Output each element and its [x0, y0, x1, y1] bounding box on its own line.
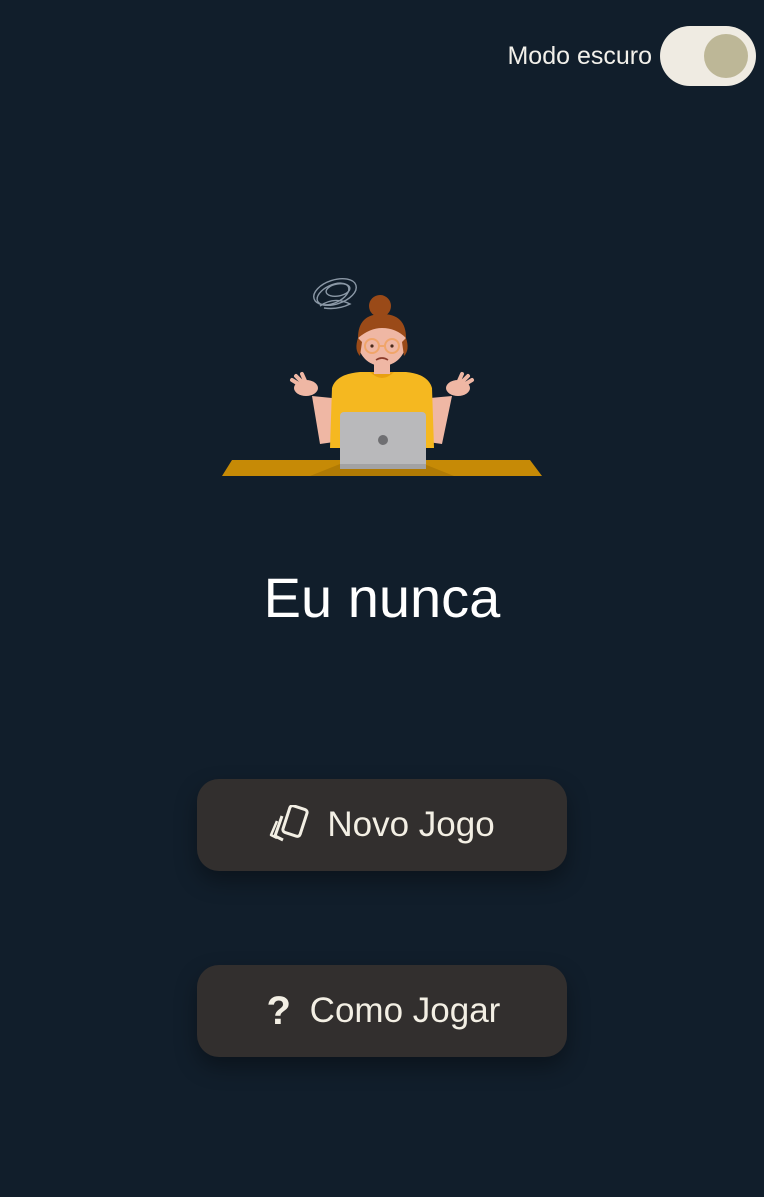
new-game-label: Novo Jogo [327, 805, 495, 844]
new-game-button[interactable]: Novo Jogo [197, 779, 567, 871]
how-to-play-button[interactable]: ? Como Jogar [197, 965, 567, 1057]
question-mark-icon: ? [266, 988, 291, 1033]
dark-mode-row: Modo escuro [507, 26, 756, 86]
page-title: Eu nunca [263, 566, 501, 629]
right-arm [428, 372, 474, 444]
dark-mode-label: Modo escuro [507, 41, 652, 70]
left-arm [290, 372, 334, 444]
toggle-knob [704, 34, 748, 78]
confused-woman-illustration [222, 278, 542, 476]
confusion-scribble [313, 278, 357, 310]
cards-icon [269, 805, 311, 845]
dark-mode-toggle[interactable] [660, 26, 756, 86]
how-to-play-label: Como Jogar [309, 991, 501, 1030]
